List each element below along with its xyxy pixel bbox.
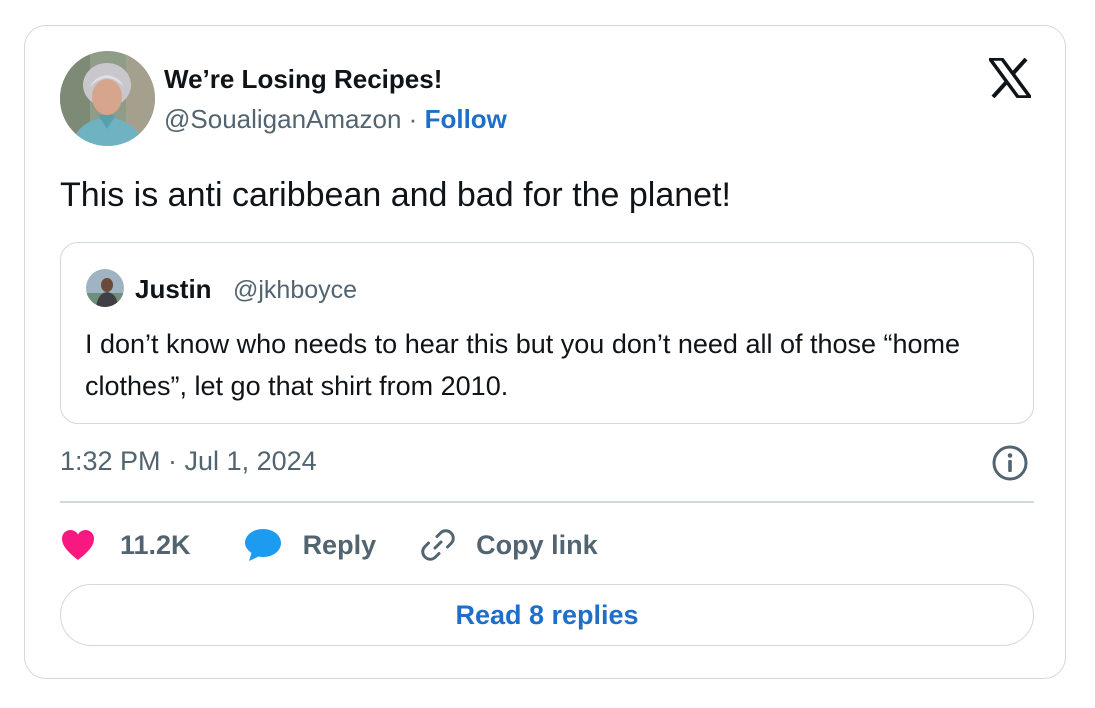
read-replies-label: Read 8 replies [455, 599, 639, 630]
x-logo-icon[interactable] [986, 57, 1034, 99]
author-handle[interactable]: @SoualiganAmazon [164, 104, 401, 134]
reply-button[interactable]: Reply [243, 527, 377, 563]
action-bar: 11.2K Reply Copy link [60, 524, 598, 566]
post-text: This is anti caribbean and bad for the p… [60, 176, 731, 214]
meta-separator: · [408, 104, 418, 134]
quoted-author-name: Justin [135, 274, 212, 304]
quoted-author-avatar[interactable] [86, 269, 124, 307]
heart-icon [62, 530, 94, 560]
author-avatar[interactable] [60, 51, 155, 146]
quoted-post[interactable]: Justin @jkhboyce I don’t know who needs … [60, 242, 1034, 424]
author-name[interactable]: We’re Losing Recipes! [164, 64, 442, 95]
reply-label: Reply [302, 529, 377, 560]
copy-link-button[interactable]: Copy link [420, 527, 598, 563]
post-timestamp[interactable]: 1:32 PM · Jul 1, 2024 [60, 446, 317, 477]
embedded-post-card: We’re Losing Recipes! @SoualiganAmazon ·… [24, 25, 1066, 679]
speech-bubble-icon [244, 529, 281, 561]
author-meta: @SoualiganAmazon · Follow [164, 104, 507, 135]
link-icon [421, 529, 455, 561]
divider [60, 501, 1034, 503]
quoted-post-text: I don’t know who needs to hear this but … [85, 329, 961, 401]
quoted-author-handle: @jkhboyce [233, 276, 358, 304]
read-replies-button[interactable]: Read 8 replies [60, 584, 1034, 646]
like-count: 11.2K [120, 529, 191, 560]
like-button[interactable]: 11.2K [60, 528, 191, 562]
follow-link[interactable]: Follow [425, 104, 507, 134]
copy-link-label: Copy link [476, 529, 598, 560]
info-icon[interactable] [991, 444, 1029, 482]
